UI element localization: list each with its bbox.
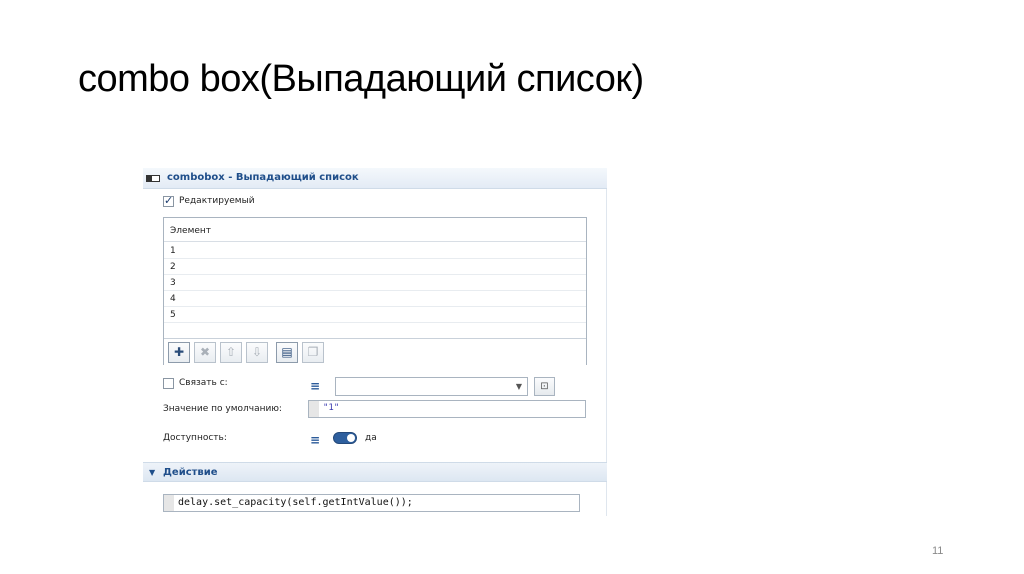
list-item-label: 4 [170,294,176,304]
properties-panel: combobox - Выпадающий список Редактируем… [143,168,607,516]
list-item[interactable]: 1 [164,243,586,259]
default-value-text: "1" [323,403,340,413]
list-item[interactable]: 2 [164,259,586,275]
static-value-icon[interactable]: ≡ [310,434,324,446]
move-up-icon[interactable]: ⇧ [220,342,242,363]
move-down-icon[interactable]: ⇩ [246,342,268,363]
action-section-title: Действие [163,467,218,478]
combobox-icon [146,175,160,182]
bind-label: Связать с: [179,378,228,388]
default-value-field[interactable]: "1" [308,400,586,418]
list-item[interactable]: 3 [164,275,586,291]
copy-icon[interactable]: ❐ [302,342,324,363]
panel-title: combobox - Выпадающий список [167,172,359,183]
static-value-icon[interactable]: ≡ [310,380,324,392]
list-item[interactable]: 4 [164,291,586,307]
list-item-label: 1 [170,246,176,256]
page-number: 11 [932,545,944,557]
items-list: Элемент 1 2 3 4 5 ✚ ✖ ⇧ ⇩ ▤ ❐ [163,217,587,365]
chevron-down-icon[interactable]: ▼ [516,382,522,391]
availability-value: да [365,433,377,443]
editable-label: Редактируемый [179,196,255,206]
editable-checkbox[interactable] [163,194,174,207]
list-item-label: 5 [170,310,176,320]
action-code-text: delay.set_capacity(self.getIntValue()); [178,497,413,508]
availability-label: Доступность: [163,433,227,443]
list-item-label: 2 [170,262,176,272]
list-item[interactable]: 5 [164,307,586,323]
list-header: Элемент [164,218,586,242]
list-item-label: 3 [170,278,176,288]
availability-toggle[interactable] [333,432,357,444]
bind-combo[interactable]: ▼ [335,377,528,396]
paste-icon[interactable]: ▤ [276,342,298,363]
action-section-header[interactable]: ▼ Действие [143,462,607,482]
field-strip [309,401,319,417]
slide-title: combo box(Выпадающий список) [78,58,644,100]
field-strip [164,495,174,511]
pick-element-icon[interactable]: ⊡ [534,377,555,396]
collapse-triangle-icon[interactable]: ▼ [149,468,155,477]
default-value-label: Значение по умолчанию: [163,404,282,414]
bind-checkbox[interactable] [163,378,174,389]
panel-header: combobox - Выпадающий список [143,168,607,189]
add-icon[interactable]: ✚ [168,342,190,363]
delete-icon[interactable]: ✖ [194,342,216,363]
list-toolbar: ✚ ✖ ⇧ ⇩ ▤ ❐ [164,338,586,365]
list-header-label: Элемент [170,226,212,236]
action-code-field[interactable]: delay.set_capacity(self.getIntValue()); [163,494,580,512]
